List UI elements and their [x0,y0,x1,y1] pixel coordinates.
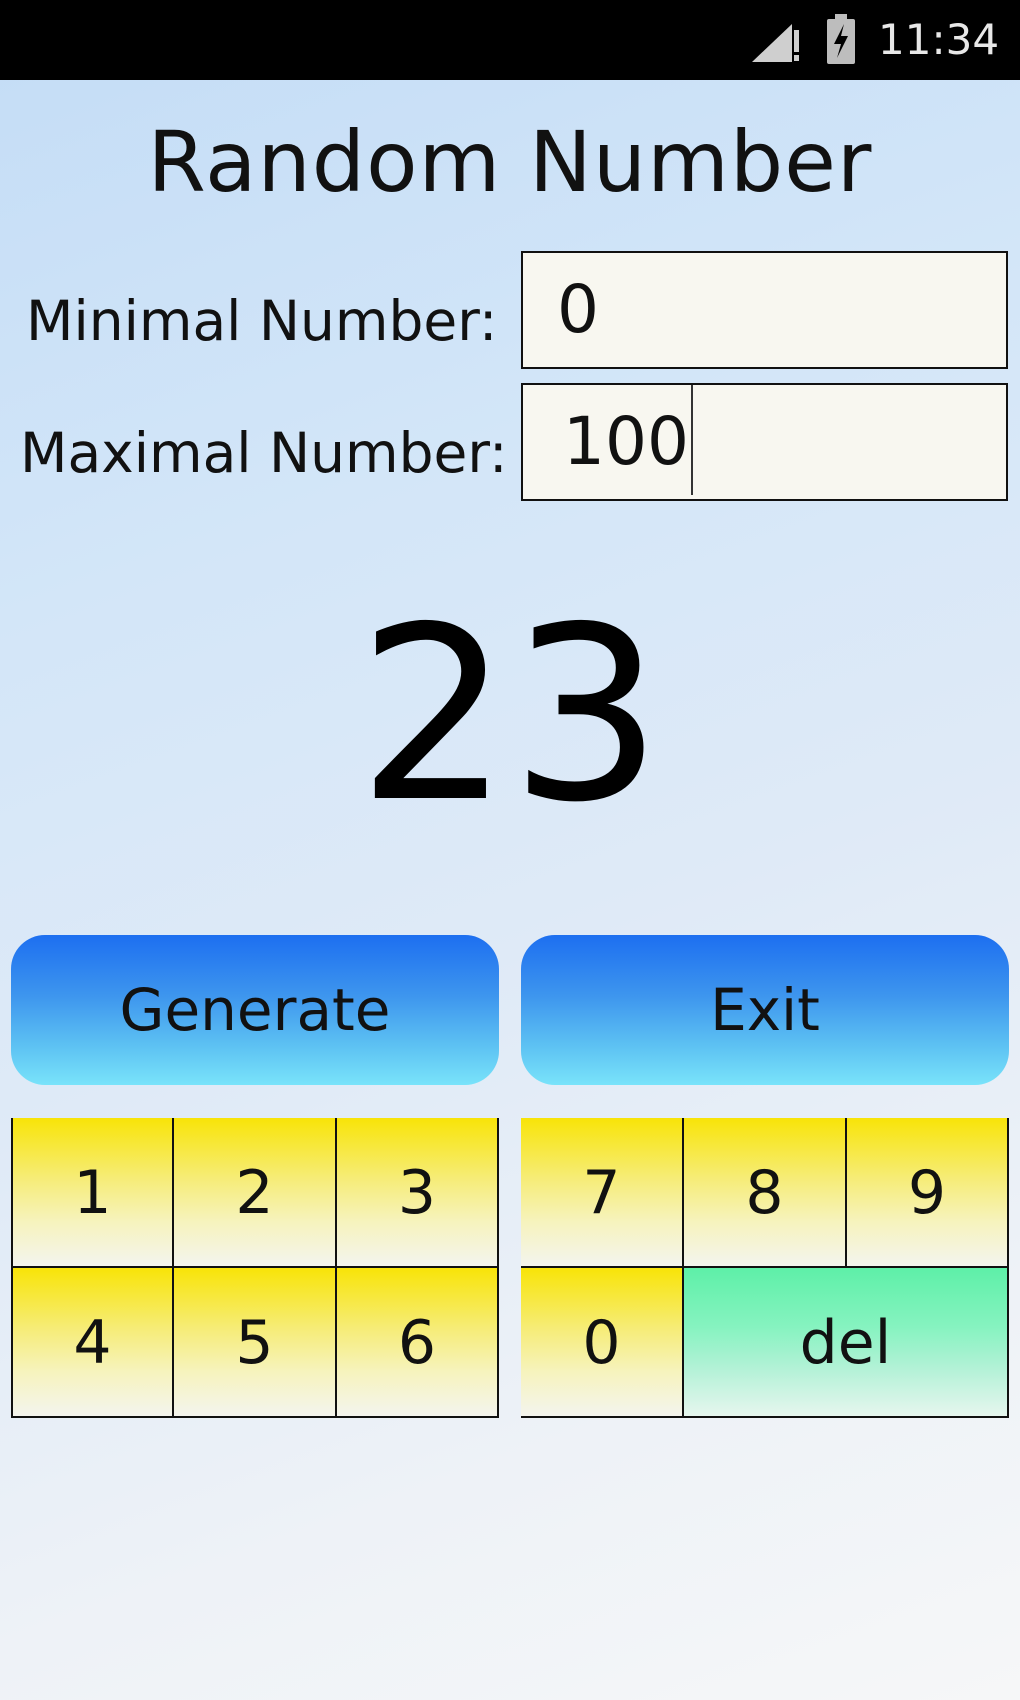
page-title: Random Number [147,113,873,211]
max-number-value: 100 [563,403,689,480]
delete-button[interactable]: del [684,1268,1009,1418]
key-9[interactable]: 9 [847,1118,1009,1268]
key-8[interactable]: 8 [684,1118,847,1268]
key-2[interactable]: 2 [174,1118,337,1268]
status-bar: 11:34 [0,0,1020,80]
key-6[interactable]: 6 [337,1268,499,1418]
max-number-input[interactable]: 100 [521,383,1008,501]
key-7[interactable]: 7 [521,1118,684,1268]
min-number-label: Minimal Number: [26,289,498,353]
generate-button[interactable]: Generate [11,935,499,1085]
text-caret [690,385,693,495]
key-5[interactable]: 5 [174,1268,337,1418]
status-clock: 11:34 [878,15,1000,64]
random-result: 23 [357,575,663,855]
signal-alert-icon [752,24,799,62]
exit-button[interactable]: Exit [521,935,1009,1085]
key-1[interactable]: 1 [11,1118,174,1268]
key-3[interactable]: 3 [337,1118,499,1268]
min-number-value: 0 [557,271,599,348]
min-number-input[interactable]: 0 [521,251,1008,369]
key-4[interactable]: 4 [11,1268,174,1418]
max-number-label: Maximal Number: [20,421,508,485]
key-0[interactable]: 0 [521,1268,684,1418]
battery-charging-icon [827,14,855,64]
